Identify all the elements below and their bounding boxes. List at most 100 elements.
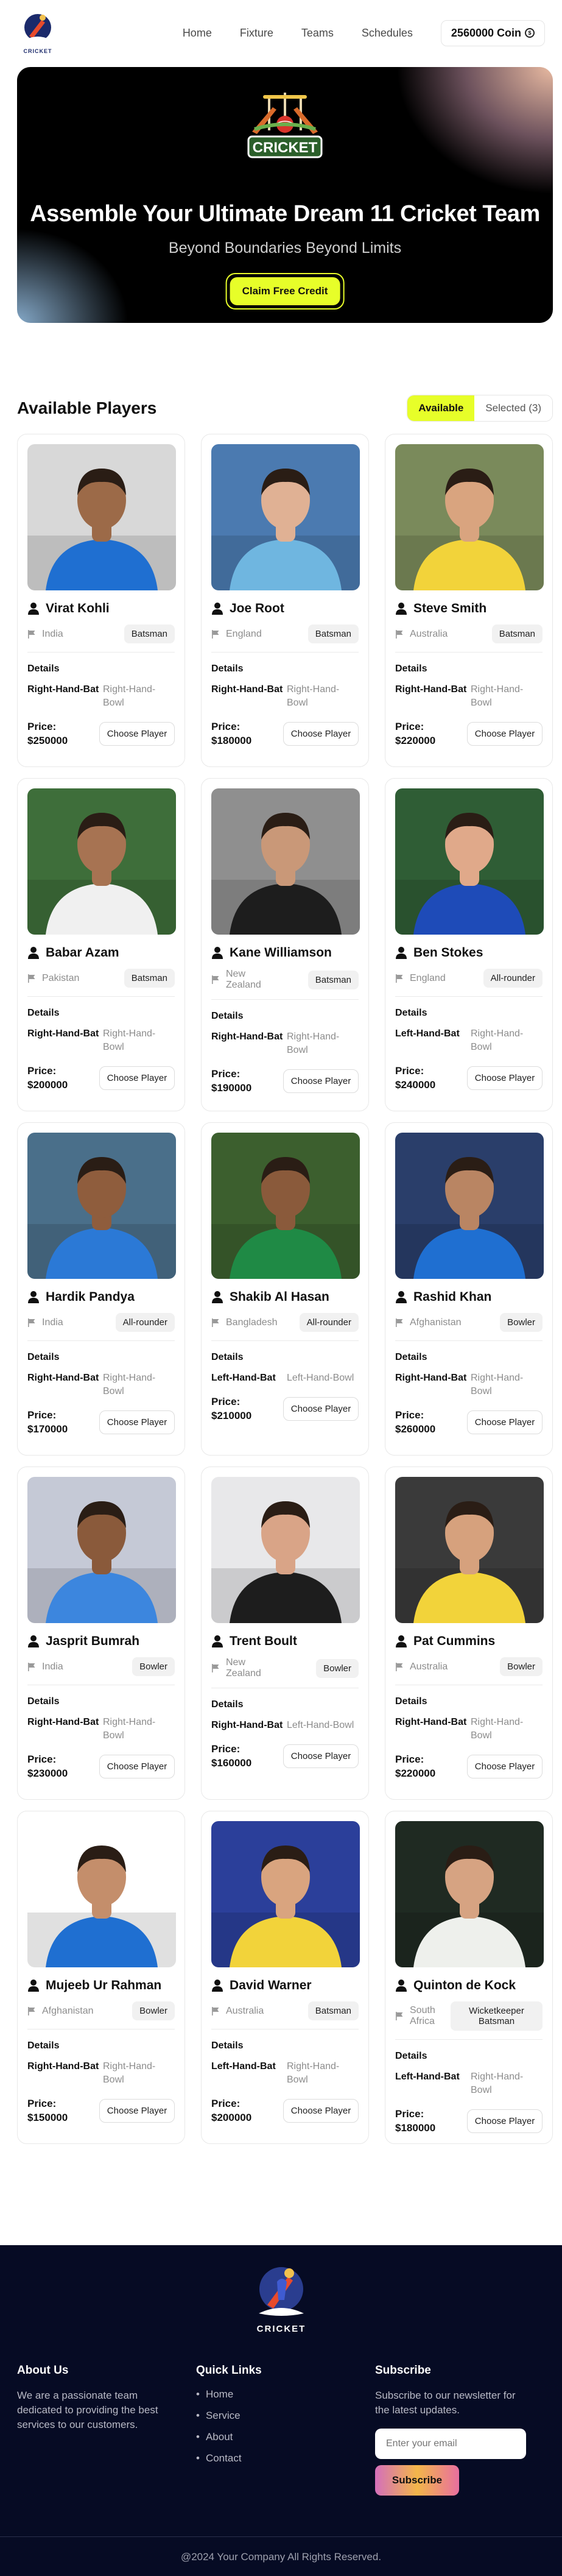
choose-player-button[interactable]: Choose Player — [467, 1410, 543, 1434]
subscribe-title: Subscribe — [375, 2364, 431, 2377]
choose-player-button[interactable]: Choose Player — [467, 721, 543, 746]
player-photo — [27, 1821, 176, 1967]
batting-style: Left-Hand-Bat — [211, 2061, 276, 2072]
tab-selected[interactable]: Selected (3) — [474, 395, 552, 421]
hero-title: Assemble Your Ultimate Dream 11 Cricket … — [30, 201, 540, 227]
footer-link-home[interactable]: Home — [196, 2388, 375, 2401]
flag-icon — [28, 1318, 35, 1327]
claim-button-frame: Claim Free Credit — [225, 273, 345, 310]
player-role-badge: Bowler — [316, 1658, 359, 1678]
bowling-style: Right-Hand-Bowl — [471, 1028, 524, 1052]
player-portrait-icon — [211, 788, 360, 935]
player-card: Virat Kohli India Batsman Details Right-… — [17, 434, 185, 767]
flag-icon — [396, 1318, 403, 1327]
choose-player-button[interactable]: Choose Player — [283, 2098, 359, 2123]
footer-cricket-logo-icon: CRICKET — [256, 2267, 304, 2334]
details-label: Details — [395, 1352, 427, 1362]
choose-player-button[interactable]: Choose Player — [99, 1410, 175, 1434]
person-icon — [28, 1980, 39, 1992]
footer-link-service[interactable]: Service — [196, 2410, 375, 2422]
player-name: Mujeeb Ur Rahman — [46, 1978, 162, 1992]
player-role-badge: Batsman — [124, 625, 175, 643]
tab-available[interactable]: Available — [407, 395, 475, 421]
person-icon — [28, 947, 39, 959]
flag-icon — [28, 629, 35, 639]
hero-subtitle: Beyond Boundaries Beyond Limits — [168, 239, 402, 257]
player-portrait-icon — [27, 444, 176, 590]
player-photo — [27, 1133, 176, 1279]
batting-style: Right-Hand-Bat — [395, 1717, 467, 1727]
flag-icon — [28, 1662, 35, 1671]
person-icon — [28, 1635, 39, 1647]
batting-style: Right-Hand-Bat — [211, 1720, 283, 1730]
player-country: Australia — [410, 1661, 448, 1672]
subscribe-column: Subscribe Subscribe to our newsletter fo… — [375, 2364, 547, 2496]
nav-home[interactable]: Home — [183, 27, 212, 40]
details-label: Details — [27, 1352, 60, 1362]
choose-player-button[interactable]: Choose Player — [467, 1066, 543, 1090]
player-country: Bangladesh — [226, 1317, 278, 1328]
player-country: England — [410, 972, 446, 983]
copyright-text: @2024 Your Company All Rights Reserved. — [180, 2551, 382, 2563]
player-role-badge: Bowler — [132, 1657, 175, 1676]
bowling-style: Right-Hand-Bowl — [471, 1373, 524, 1396]
player-portrait-icon — [211, 444, 360, 590]
cricket-banner-icon: CRICKET — [247, 93, 323, 158]
person-icon — [212, 603, 223, 615]
player-portrait-icon — [27, 788, 176, 935]
player-price: Price: $220000 — [395, 721, 436, 746]
footer-link-about[interactable]: About — [196, 2431, 375, 2443]
claim-credit-button[interactable]: Claim Free Credit — [230, 277, 340, 305]
player-role-badge: Batsman — [491, 625, 543, 643]
bowling-style: Right-Hand-Bowl — [471, 2072, 524, 2095]
choose-player-button[interactable]: Choose Player — [467, 1754, 543, 1778]
person-icon — [396, 1291, 407, 1303]
choose-player-button[interactable]: Choose Player — [283, 721, 359, 746]
flag-icon — [28, 974, 35, 983]
player-card: Trent Boult New Zealand Bowler Details R… — [201, 1467, 369, 1800]
bowling-style: Right-Hand-Bowl — [471, 684, 524, 708]
person-icon — [396, 1635, 407, 1647]
subscribe-button[interactable]: Subscribe — [375, 2465, 459, 2496]
nav-teams[interactable]: Teams — [301, 27, 334, 40]
details-label: Details — [395, 663, 427, 674]
player-country: New Zealand — [226, 969, 261, 990]
hero-banner: CRICKET Assemble Your Ultimate Dream 11 … — [17, 67, 553, 323]
player-card: Shakib Al Hasan Bangladesh All-rounder D… — [201, 1122, 369, 1456]
choose-player-button[interactable]: Choose Player — [283, 1744, 359, 1768]
player-name: Trent Boult — [230, 1634, 297, 1648]
details-label: Details — [211, 663, 244, 674]
player-portrait-icon — [395, 788, 544, 935]
player-name: Rashid Khan — [413, 1290, 492, 1304]
flag-icon — [212, 975, 219, 984]
email-input[interactable] — [375, 2429, 526, 2459]
hero-logo-text: CRICKET — [253, 140, 318, 156]
player-price: Price: $180000 — [211, 721, 252, 746]
player-card: Hardik Pandya India All-rounder Details … — [17, 1122, 185, 1456]
choose-player-button[interactable]: Choose Player — [99, 2098, 175, 2123]
choose-player-button[interactable]: Choose Player — [467, 2109, 543, 2133]
choose-player-button[interactable]: Choose Player — [283, 1396, 359, 1421]
player-card: Jasprit Bumrah India Bowler Details Righ… — [17, 1467, 185, 1800]
bowling-style: Right-Hand-Bowl — [287, 2061, 340, 2085]
choose-player-button[interactable]: Choose Player — [99, 1066, 175, 1090]
player-photo — [27, 788, 176, 935]
player-price: Price: $250000 — [27, 721, 68, 746]
choose-player-button[interactable]: Choose Player — [99, 721, 175, 746]
nav-schedules[interactable]: Schedules — [362, 27, 413, 40]
details-label: Details — [211, 2040, 244, 2051]
player-photo — [211, 444, 360, 590]
player-role-badge: All-rounder — [299, 1313, 359, 1332]
flag-icon — [396, 974, 403, 983]
choose-player-button[interactable]: Choose Player — [99, 1754, 175, 1778]
bowling-style: Right-Hand-Bowl — [103, 1717, 156, 1741]
nav-fixture[interactable]: Fixture — [240, 27, 273, 40]
choose-player-button[interactable]: Choose Player — [283, 1069, 359, 1093]
site-logo[interactable]: CRICKET — [17, 9, 58, 57]
details-label: Details — [27, 2040, 60, 2051]
player-card: Joe Root England Batsman Details Right-H… — [201, 434, 369, 767]
footer: CRICKET About Us We are a passionate tea… — [0, 2245, 562, 2576]
player-portrait-icon — [395, 1821, 544, 1967]
footer-link-contact[interactable]: Contact — [196, 2452, 375, 2465]
player-role-badge: All-rounder — [483, 969, 543, 988]
